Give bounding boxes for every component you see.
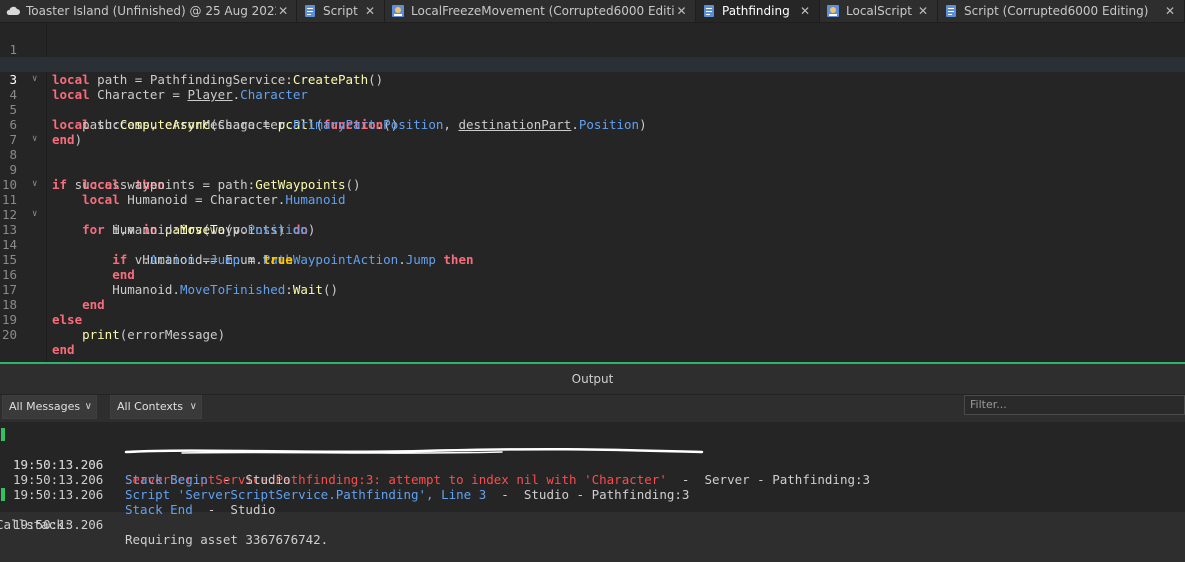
log-entry[interactable]: 19:50:13.206 Stack End - Studio bbox=[0, 472, 1185, 517]
log-marker bbox=[1, 488, 5, 501]
code-line[interactable]: 17 end bbox=[0, 267, 1185, 312]
messages-dropdown-label: All Messages bbox=[9, 400, 81, 413]
script-icon bbox=[944, 4, 958, 18]
code-line[interactable]: 20 end bbox=[0, 312, 1185, 357]
code-line[interactable]: 13 ∨ if v.Action == Enum.PathWaypointAct… bbox=[0, 207, 1185, 267]
tab-pathfinding[interactable]: Pathfinding ✕ bbox=[696, 0, 820, 22]
log-entry-partial: Callstack: bbox=[0, 502, 1185, 532]
tab-label: Script (Corrupted6000 Editing) bbox=[964, 4, 1149, 18]
tab-label: Toaster Island (Unfinished) @ 25 Aug 202… bbox=[26, 4, 276, 18]
filter-placeholder: Filter... bbox=[970, 398, 1007, 411]
log-message: Callstack: bbox=[0, 517, 72, 532]
line-number: 20 bbox=[1, 327, 17, 342]
code-text: end bbox=[52, 342, 75, 357]
script-icon bbox=[303, 4, 317, 18]
tab-label: LocalScript bbox=[846, 4, 912, 18]
code-line[interactable]: 2 local path = PathfindingService:Create… bbox=[0, 42, 1185, 87]
code-line[interactable]: 5 path:ComputeAsync(Character.PrimaryPar… bbox=[0, 87, 1185, 132]
code-line[interactable]: 18 else bbox=[0, 282, 1185, 327]
close-icon[interactable]: ✕ bbox=[915, 4, 931, 18]
output-panel: Output All Messages ∨ All Contexts ∨ Fil… bbox=[0, 364, 1185, 547]
close-icon[interactable]: ✕ bbox=[797, 4, 813, 18]
close-icon[interactable]: ✕ bbox=[276, 4, 290, 18]
log-entry[interactable]: 19:50:13.206 Script 'ServerScriptService… bbox=[0, 457, 1185, 502]
code-line[interactable]: 19 print(errorMessage) bbox=[0, 297, 1185, 342]
fold-chevron-icon[interactable]: ∨ bbox=[32, 207, 37, 222]
cloud-icon bbox=[6, 4, 20, 18]
tab-bar: Toaster Island (Unfinished) @ 25 Aug 202… bbox=[0, 0, 1185, 23]
log-marker bbox=[1, 428, 5, 441]
tab-place[interactable]: Toaster Island (Unfinished) @ 25 Aug 202… bbox=[0, 0, 297, 22]
tab-label: Script bbox=[323, 4, 358, 18]
close-icon[interactable]: ✕ bbox=[674, 4, 689, 18]
code-lines: 1 local PathfindingService = game:GetSer… bbox=[0, 27, 1185, 357]
code-line[interactable]: 8 ∨ if success then bbox=[0, 132, 1185, 192]
code-text: print(errorMessage) bbox=[82, 327, 226, 342]
tab-script-corrupted[interactable]: Script (Corrupted6000 Editing) ✕ bbox=[938, 0, 1185, 22]
tab-localscript[interactable]: LocalScript ✕ bbox=[820, 0, 938, 22]
code-line[interactable]: 12 Humanoid:MoveTo(v.Position) bbox=[0, 192, 1185, 237]
output-title: Output bbox=[0, 364, 1185, 395]
code-line[interactable]: 14 Humanoid.Jump = true bbox=[0, 222, 1185, 267]
code-line[interactable]: 16 Humanoid.MoveToFinished:Wait() bbox=[0, 252, 1185, 297]
code-line[interactable]: 11 ∨ for i,v in pairs(waypoints) do bbox=[0, 177, 1185, 237]
fold-chevron-icon[interactable]: ∨ bbox=[32, 177, 37, 192]
tab-localfreezemovement[interactable]: LocalFreezeMovement (Corrupted6000 Editi… bbox=[385, 0, 696, 22]
filter-input[interactable]: Filter... bbox=[964, 395, 1185, 415]
script-icon bbox=[702, 4, 716, 18]
code-line[interactable]: 4 ∨ local success, errorMessage = pcall(… bbox=[0, 72, 1185, 132]
close-icon[interactable]: ✕ bbox=[1162, 4, 1178, 18]
tab-script[interactable]: Script ✕ bbox=[297, 0, 385, 22]
contexts-dropdown-label: All Contexts bbox=[117, 400, 183, 413]
chevron-down-icon: ∨ bbox=[84, 401, 92, 412]
code-line[interactable]: 10 local Humanoid = Character.Humanoid bbox=[0, 162, 1185, 207]
fold-chevron-icon[interactable]: ∨ bbox=[32, 72, 37, 87]
code-line[interactable]: 9 local waypoints = path:GetWaypoints() bbox=[0, 147, 1185, 192]
code-line[interactable]: 7 bbox=[0, 117, 1185, 147]
tab-label: LocalFreezeMovement (Corrupted6000 Editi… bbox=[411, 4, 675, 18]
contexts-dropdown[interactable]: All Contexts ∨ bbox=[110, 395, 202, 419]
tab-label: Pathfinding bbox=[722, 4, 790, 18]
code-line[interactable]: 15 end bbox=[0, 237, 1185, 282]
messages-dropdown[interactable]: All Messages ∨ bbox=[2, 395, 97, 419]
chevron-down-icon: ∨ bbox=[189, 401, 197, 412]
log-entry[interactable]: 19:50:13.206 Requiring asset 3367676742. bbox=[0, 487, 1185, 547]
fold-chevron-icon[interactable]: ∨ bbox=[32, 132, 37, 147]
script-editor[interactable]: 1 local PathfindingService = game:GetSer… bbox=[0, 23, 1185, 363]
close-icon[interactable]: ✕ bbox=[362, 4, 378, 18]
log-entry-error[interactable]: 19:50:13.206 ServerScriptService.Pathfin… bbox=[0, 427, 1185, 487]
log-message: Requiring asset 3367676742. bbox=[125, 532, 329, 547]
code-line-current[interactable]: 3 local Character = Player.Character bbox=[0, 57, 1185, 102]
local-script-icon bbox=[826, 4, 840, 18]
code-line[interactable]: 6 end) bbox=[0, 102, 1185, 147]
local-script-icon bbox=[391, 4, 405, 18]
underline-annotation-mark bbox=[124, 447, 704, 454]
output-log[interactable]: 19:50:13.206 ServerScriptService.Pathfin… bbox=[0, 422, 1185, 547]
code-line[interactable]: 1 local PathfindingService = game:GetSer… bbox=[0, 27, 1185, 72]
